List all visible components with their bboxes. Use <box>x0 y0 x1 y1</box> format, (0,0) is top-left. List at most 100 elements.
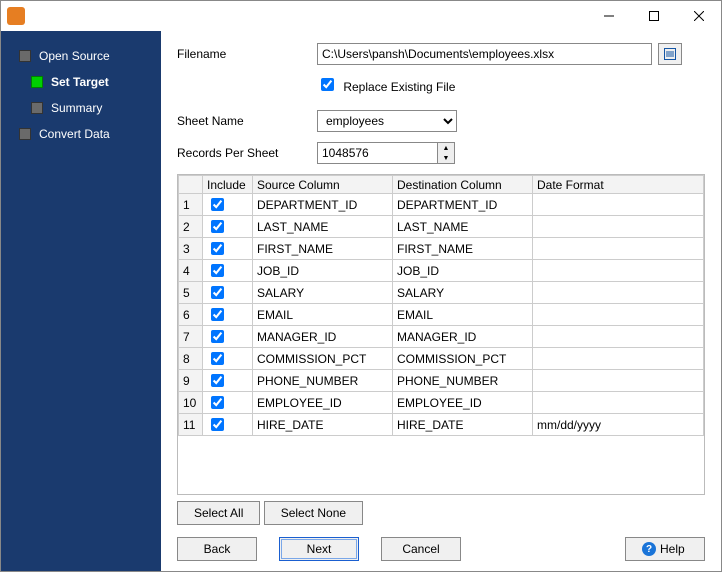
table-row[interactable]: 11HIRE_DATEHIRE_DATEmm/dd/yyyy <box>179 414 704 436</box>
source-column-cell[interactable]: LAST_NAME <box>253 216 393 238</box>
destination-column-cell[interactable]: EMAIL <box>393 304 533 326</box>
destination-column-cell[interactable]: DEPARTMENT_ID <box>393 194 533 216</box>
grid-header-include[interactable]: Include <box>203 176 253 194</box>
date-format-cell[interactable] <box>533 326 704 348</box>
records-per-sheet-label: Records Per Sheet <box>177 146 317 160</box>
source-column-cell[interactable]: COMMISSION_PCT <box>253 348 393 370</box>
source-column-cell[interactable]: EMAIL <box>253 304 393 326</box>
row-number: 11 <box>179 414 203 436</box>
grid-header-dateformat[interactable]: Date Format <box>533 176 704 194</box>
include-checkbox[interactable] <box>211 308 224 321</box>
table-row[interactable]: 6 EMAILEMAIL <box>179 304 704 326</box>
back-button[interactable]: Back <box>177 537 257 561</box>
wizard-sidebar: Open Source Set Target Summary Convert D… <box>1 31 161 571</box>
replace-existing-file-checkbox[interactable] <box>321 78 334 91</box>
destination-column-cell[interactable]: FIRST_NAME <box>393 238 533 260</box>
source-column-cell[interactable]: MANAGER_ID <box>253 326 393 348</box>
sidebar-item-label: Convert Data <box>39 127 110 141</box>
wizard-window: Open Source Set Target Summary Convert D… <box>0 0 722 572</box>
date-format-cell[interactable] <box>533 194 704 216</box>
destination-column-cell[interactable]: JOB_ID <box>393 260 533 282</box>
records-per-sheet-input[interactable] <box>317 142 437 164</box>
include-checkbox[interactable] <box>211 352 224 365</box>
browse-file-icon <box>663 47 677 61</box>
table-row[interactable]: 7 MANAGER_IDMANAGER_ID <box>179 326 704 348</box>
sidebar-item-set-target[interactable]: Set Target <box>1 69 161 95</box>
table-row[interactable]: 10 EMPLOYEE_IDEMPLOYEE_ID <box>179 392 704 414</box>
sidebar-item-summary[interactable]: Summary <box>1 95 161 121</box>
table-row[interactable]: 3FIRST_NAMEFIRST_NAME <box>179 238 704 260</box>
table-row[interactable]: 9PHONE_NUMBERPHONE_NUMBER <box>179 370 704 392</box>
table-row[interactable]: 5 SALARYSALARY <box>179 282 704 304</box>
include-checkbox[interactable] <box>211 330 224 343</box>
include-checkbox[interactable] <box>211 242 224 255</box>
source-column-cell[interactable]: PHONE_NUMBER <box>253 370 393 392</box>
destination-column-cell[interactable]: HIRE_DATE <box>393 414 533 436</box>
date-format-cell[interactable] <box>533 392 704 414</box>
row-number: 10 <box>179 392 203 414</box>
close-button[interactable] <box>676 1 721 31</box>
app-icon <box>7 7 25 25</box>
filename-label: Filename <box>177 47 317 61</box>
include-checkbox[interactable] <box>211 198 224 211</box>
source-column-cell[interactable]: HIRE_DATE <box>253 414 393 436</box>
cancel-button[interactable]: Cancel <box>381 537 461 561</box>
minimize-button[interactable] <box>586 1 631 31</box>
destination-column-cell[interactable]: EMPLOYEE_ID <box>393 392 533 414</box>
date-format-cell[interactable]: mm/dd/yyyy <box>533 414 704 436</box>
include-checkbox[interactable] <box>211 264 224 277</box>
table-row[interactable]: 8 COMMISSION_PCTCOMMISSION_PCT <box>179 348 704 370</box>
browse-button[interactable] <box>658 43 682 65</box>
date-format-cell[interactable] <box>533 260 704 282</box>
close-icon <box>694 11 704 21</box>
row-number: 8 <box>179 348 203 370</box>
column-mapping-grid[interactable]: Include Source Column Destination Column… <box>177 174 705 495</box>
next-button[interactable]: Next <box>279 537 359 561</box>
destination-column-cell[interactable]: SALARY <box>393 282 533 304</box>
include-checkbox[interactable] <box>211 374 224 387</box>
grid-header-source[interactable]: Source Column <box>253 176 393 194</box>
destination-column-cell[interactable]: COMMISSION_PCT <box>393 348 533 370</box>
include-checkbox[interactable] <box>211 396 224 409</box>
source-column-cell[interactable]: JOB_ID <box>253 260 393 282</box>
destination-column-cell[interactable]: LAST_NAME <box>393 216 533 238</box>
records-spin-up[interactable]: ▲ <box>438 143 454 153</box>
include-checkbox[interactable] <box>211 286 224 299</box>
date-format-cell[interactable] <box>533 370 704 392</box>
include-checkbox[interactable] <box>211 418 224 431</box>
destination-column-cell[interactable]: MANAGER_ID <box>393 326 533 348</box>
source-column-cell[interactable]: DEPARTMENT_ID <box>253 194 393 216</box>
grid-header-destination[interactable]: Destination Column <box>393 176 533 194</box>
help-button[interactable]: ? Help <box>625 537 705 561</box>
date-format-cell[interactable] <box>533 216 704 238</box>
replace-existing-file-checkbox-label[interactable]: Replace Existing File <box>317 75 455 94</box>
row-number: 4 <box>179 260 203 282</box>
records-spin-down[interactable]: ▼ <box>438 153 454 163</box>
step-marker-icon <box>31 102 43 114</box>
destination-column-cell[interactable]: PHONE_NUMBER <box>393 370 533 392</box>
maximize-button[interactable] <box>631 1 676 31</box>
row-number: 7 <box>179 326 203 348</box>
source-column-cell[interactable]: SALARY <box>253 282 393 304</box>
date-format-cell[interactable] <box>533 304 704 326</box>
table-row[interactable]: 2LAST_NAMELAST_NAME <box>179 216 704 238</box>
select-all-button[interactable]: Select All <box>177 501 260 525</box>
date-format-cell[interactable] <box>533 238 704 260</box>
date-format-cell[interactable] <box>533 282 704 304</box>
row-number: 5 <box>179 282 203 304</box>
source-column-cell[interactable]: FIRST_NAME <box>253 238 393 260</box>
sheet-name-select[interactable]: employees <box>317 110 457 132</box>
include-checkbox[interactable] <box>211 220 224 233</box>
table-row[interactable]: 4 JOB_IDJOB_ID <box>179 260 704 282</box>
sidebar-item-open-source[interactable]: Open Source <box>1 43 161 69</box>
records-per-sheet-spinner[interactable]: ▲ ▼ <box>317 142 455 164</box>
table-row[interactable]: 1DEPARTMENT_IDDEPARTMENT_ID <box>179 194 704 216</box>
filename-input[interactable] <box>317 43 652 65</box>
select-none-button[interactable]: Select None <box>264 501 363 525</box>
step-marker-icon <box>31 76 43 88</box>
row-number: 6 <box>179 304 203 326</box>
sidebar-item-convert-data[interactable]: Convert Data <box>1 121 161 147</box>
date-format-cell[interactable] <box>533 348 704 370</box>
source-column-cell[interactable]: EMPLOYEE_ID <box>253 392 393 414</box>
main-panel: Filename Replace Existing File Sheet Na <box>161 31 721 571</box>
